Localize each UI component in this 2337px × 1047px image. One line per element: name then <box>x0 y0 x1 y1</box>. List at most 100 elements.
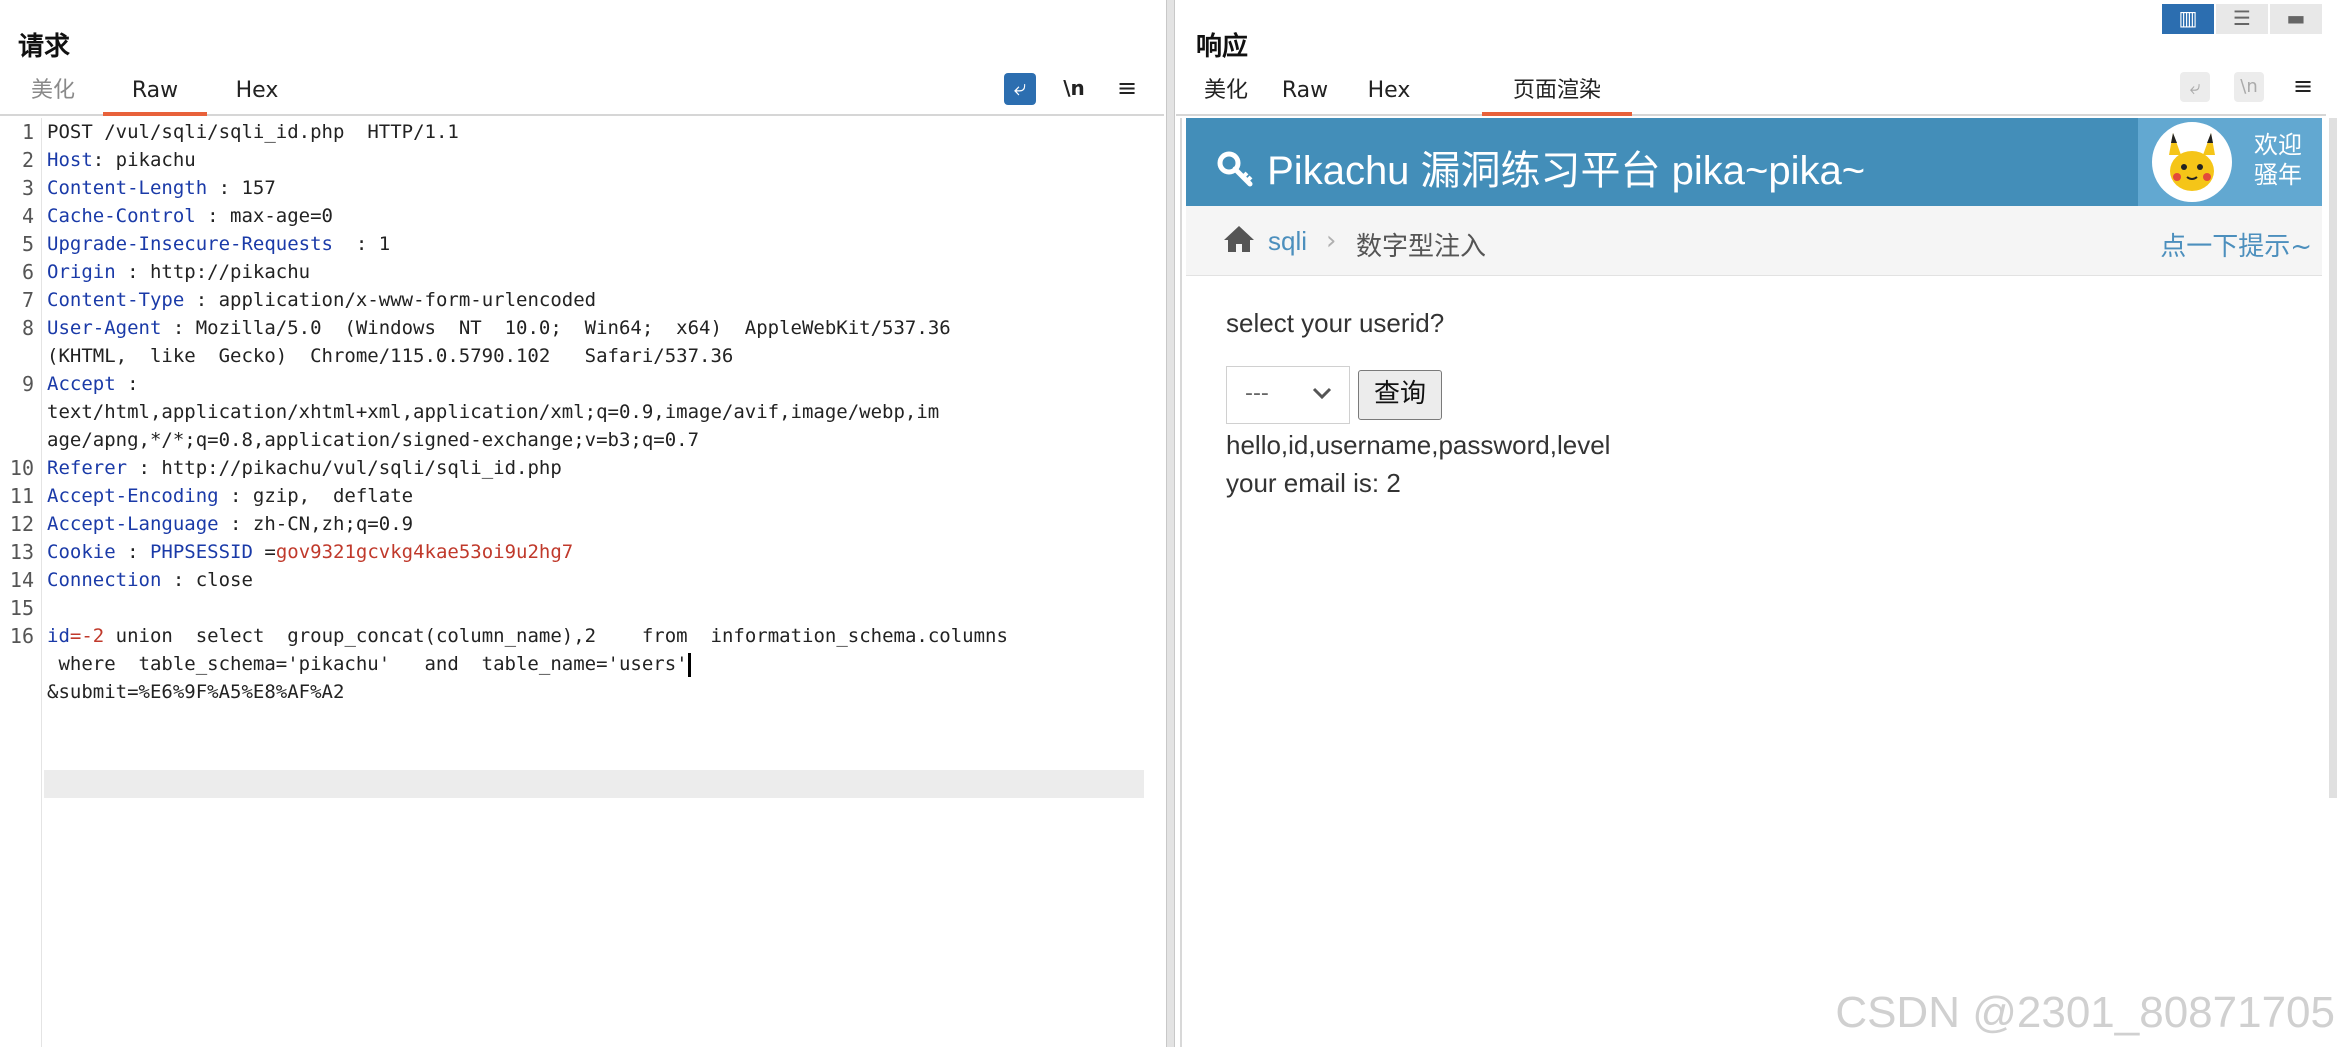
tab-render[interactable]: 页面渲染 <box>1482 74 1632 116</box>
request-title: 请求 <box>18 32 71 62</box>
horizontal-view-icon[interactable]: ☰ <box>2216 4 2268 34</box>
header-value: max-age=0 <box>230 205 333 227</box>
body-payload: union select group_concat(column_name),2… <box>104 625 1008 647</box>
wrap-lines-icon[interactable]: ⤶ <box>1004 73 1036 105</box>
line-number: 3 <box>21 176 34 200</box>
user-menu[interactable]: 欢迎 骚年 <box>2138 118 2322 206</box>
hint-link[interactable]: 点一下提示~ <box>2160 226 2312 263</box>
line-number: 12 <box>9 512 34 536</box>
tab-raw[interactable]: Raw <box>1270 74 1340 114</box>
http-protocol: HTTP/1.1 <box>344 121 459 143</box>
home-icon[interactable] <box>1222 224 1256 258</box>
header-value: close <box>195 569 253 591</box>
welcome-line: 骚年 <box>2254 161 2302 189</box>
request-line: POST /vul/sqli/sqli_id.php HTTP/1.1 <box>47 118 459 146</box>
header-value: Mozilla/5.0 (Windows NT 10.0; Win64; x64… <box>195 317 951 339</box>
param-value: -2 <box>81 625 105 647</box>
header-value: zh-CN,zh;q=0.9 <box>252 513 414 535</box>
scrollbar[interactable] <box>2329 118 2337 798</box>
request-editor[interactable]: 1 2 3 4 5 6 7 8 9 10 11 12 13 14 15 16 P… <box>0 118 1160 1047</box>
header-name: Accept-Language <box>47 513 219 535</box>
line-number: 9 <box>21 372 34 396</box>
header-continuation: age/apng,*/*;q=0.8,application/signed-ex… <box>47 429 700 451</box>
header-line: Accept-Language : zh-CN,zh;q=0.9 <box>47 513 414 535</box>
body-line: &submit=%E6%9F%A5%E8%AF%A2 <box>47 681 345 703</box>
breadcrumb-link[interactable]: sqli <box>1268 226 1307 257</box>
tab-raw[interactable]: Raw <box>103 74 207 116</box>
line-number: 4 <box>21 204 34 228</box>
hamburger-menu-icon[interactable]: ≡ <box>1112 72 1142 104</box>
line-number: 5 <box>21 232 34 256</box>
line-number: 2 <box>21 148 34 172</box>
line-number: 11 <box>9 484 34 508</box>
header-name: Content-Type <box>47 289 185 311</box>
header-line: Content-Type : application/x-www-form-ur… <box>47 289 597 311</box>
header-value: http://pikachu/vul/sqli/sqli_id.php <box>161 457 562 479</box>
single-view-icon[interactable]: ▬ <box>2270 4 2322 34</box>
header-name: Referer <box>47 457 128 479</box>
chevron-down-icon <box>1311 385 1333 405</box>
site-navbar: Pikachu 漏洞练习平台 pika~pika~ 欢迎 骚年 <box>1186 118 2322 206</box>
header-line: User-Agent : Mozilla/5.0 (Windows NT 10.… <box>47 317 951 339</box>
site-brand-text: Pikachu 漏洞练习平台 pika~pika~ <box>1267 149 1866 193</box>
text-cursor <box>687 652 691 677</box>
header-name: User-Agent <box>47 317 162 339</box>
line-number: 13 <box>9 540 34 564</box>
header-name: Cookie <box>47 541 116 563</box>
current-line-highlight <box>44 770 1144 798</box>
header-line: Accept-Encoding : gzip, deflate <box>47 485 414 507</box>
newline-toggle-button[interactable]: \n <box>2234 72 2264 102</box>
hamburger-menu-icon[interactable]: ≡ <box>2288 70 2318 102</box>
http-method: POST <box>47 121 93 143</box>
breadcrumb-separator: › <box>1326 226 1337 256</box>
welcome-text: 欢迎 骚年 <box>2242 130 2314 190</box>
header-name: Origin <box>47 261 116 283</box>
header-name: Cache-Control <box>47 205 196 227</box>
response-tabbar: 美化 Raw Hex 页面渲染 ⤶ \n ≡ <box>1176 72 2326 116</box>
line-number: 16 <box>9 624 34 648</box>
header-value: pikachu <box>115 149 196 171</box>
breadcrumb: sqli › 数字型注入 点一下提示~ <box>1186 206 2322 276</box>
key-icon <box>1216 148 1256 198</box>
query-button[interactable]: 查询 <box>1358 370 1442 420</box>
header-line: Referer : http://pikachu/vul/sqli/sqli_i… <box>47 457 562 479</box>
request-pane: 请求 美化 Raw Hex ⤶ \n ≡ 1 2 3 4 5 6 7 8 9 1… <box>0 0 1168 1047</box>
header-name: Connection <box>47 569 162 591</box>
line-number: 14 <box>9 568 34 592</box>
body-line: where table_schema='pikachu' and table_n… <box>47 650 691 678</box>
watermark: CSDN @2301_80871705 <box>1835 988 2335 1037</box>
header-line: Cache-Control : max-age=0 <box>47 205 333 227</box>
tab-pretty[interactable]: 美化 <box>1196 74 1256 114</box>
header-line: Upgrade-Insecure-Requests : 1 <box>47 233 391 255</box>
cookie-name: PHPSESSID <box>149 541 253 563</box>
header-value: application/x-www-form-urlencoded <box>218 289 597 311</box>
pane-divider[interactable] <box>1166 0 1175 1047</box>
header-line: Connection : close <box>47 569 253 591</box>
header-line: Cookie : PHPSESSID =gov9321gcvkg4kae53oi… <box>47 541 574 563</box>
body-payload: where table_schema='pikachu' and table_n… <box>47 653 688 675</box>
header-continuation: text/html,application/xhtml+xml,applicat… <box>47 401 940 423</box>
header-line: Content-Length : 157 <box>47 177 276 199</box>
tab-hex[interactable]: Hex <box>222 74 292 114</box>
line-number: 10 <box>9 456 34 480</box>
newline-toggle-button[interactable]: \n <box>1058 72 1090 104</box>
form-label: select your userid? <box>1226 308 1445 338</box>
userid-select[interactable]: --- <box>1226 366 1350 424</box>
split-view-icon[interactable]: ▥ <box>2162 4 2214 34</box>
line-number: 8 <box>21 316 34 340</box>
tab-hex[interactable]: Hex <box>1354 74 1424 114</box>
result-line: hello,id,username,password,level <box>1226 430 1611 460</box>
header-value: 1 <box>378 233 391 255</box>
header-name: Host <box>47 149 93 171</box>
header-line: Accept : <box>47 373 139 395</box>
tab-pretty[interactable]: 美化 <box>18 74 88 114</box>
request-path: /vul/sqli/sqli_id.php <box>92 121 345 143</box>
request-tabbar: 美化 Raw Hex ⤶ \n ≡ <box>0 72 1164 116</box>
header-line: Host: pikachu <box>47 149 196 171</box>
line-number: 6 <box>21 260 34 284</box>
header-value: http://pikachu <box>149 261 311 283</box>
site-brand[interactable]: Pikachu 漏洞练习平台 pika~pika~ <box>1216 138 1865 198</box>
header-line: Origin : http://pikachu <box>47 261 311 283</box>
line-number: 7 <box>21 288 34 312</box>
wrap-lines-icon[interactable]: ⤶ <box>2180 72 2210 102</box>
